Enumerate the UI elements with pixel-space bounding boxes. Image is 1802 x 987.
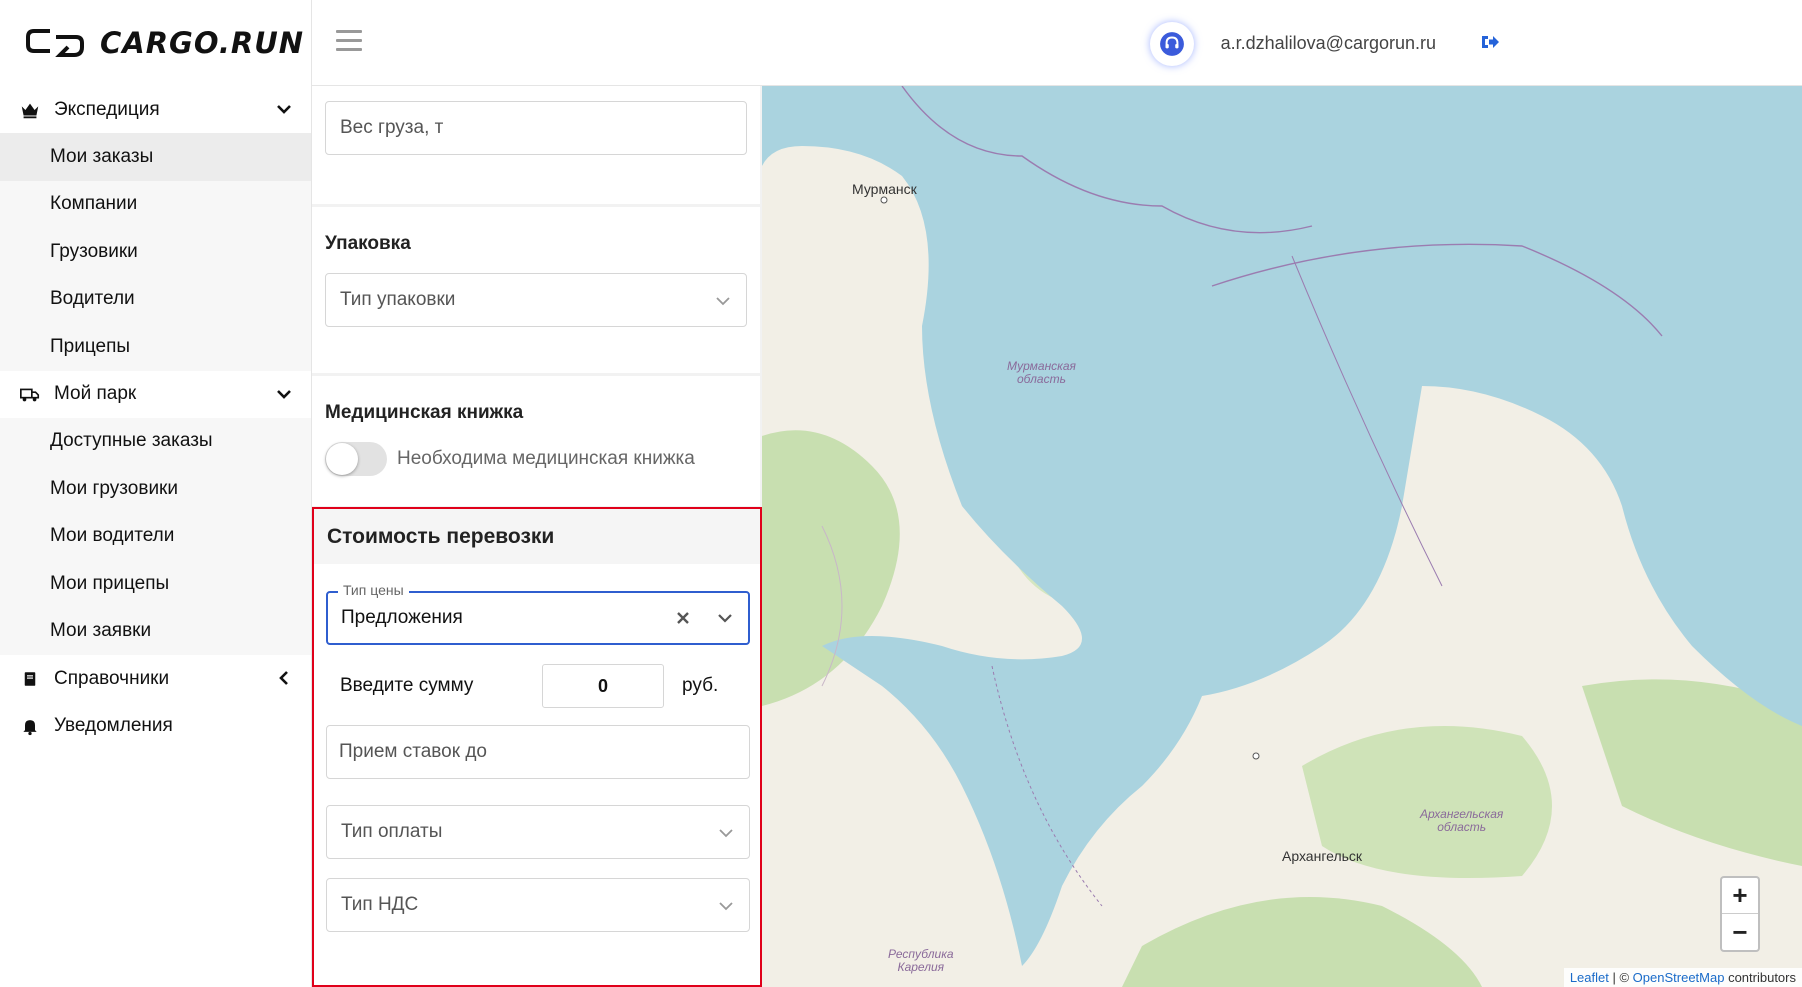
osm-link[interactable]: OpenStreetMap (1633, 970, 1725, 985)
sum-unit: руб. (682, 675, 719, 696)
sum-input[interactable]: 0 (542, 664, 664, 708)
sidebar-group-label: Уведомления (54, 714, 173, 736)
packaging-title: Упаковка (325, 233, 411, 254)
sidebar-group-expedition[interactable]: Экспедиция (0, 86, 311, 133)
headset-icon (1160, 32, 1184, 56)
weight-card: Вес груза, т (312, 86, 760, 204)
map-label-arkhangelsk-region: Архангельская область (1420, 807, 1504, 834)
chevron-down-icon (277, 389, 291, 399)
price-type-select[interactable]: Тип цены Предложения (326, 582, 750, 645)
payment-type-select[interactable]: Тип оплаты (326, 805, 750, 859)
top-header: a.r.dzhalilova@cargorun.ru (312, 0, 1802, 86)
truck-icon (18, 382, 42, 406)
clear-icon[interactable] (674, 609, 692, 627)
chevron-down-icon (719, 829, 733, 838)
zoom-control: + − (1720, 876, 1760, 952)
sum-row: Введите сумму 0 руб. (326, 664, 750, 708)
sum-label: Введите сумму (340, 675, 474, 696)
packaging-placeholder: Тип упаковки (340, 289, 456, 310)
sidebar-group-references[interactable]: Справочники (0, 655, 311, 702)
map-label-arkhangelsk: Архангельск (1282, 848, 1363, 864)
zoom-in-button[interactable]: + (1722, 878, 1758, 914)
sidebar-item-trucks[interactable]: Грузовики (0, 228, 311, 276)
sidebar-item-my-trailers[interactable]: Мои прицепы (0, 560, 311, 608)
payment-type-placeholder: Тип оплаты (341, 821, 443, 842)
sidebar-item-my-requests[interactable]: Мои заявки (0, 607, 311, 655)
logo-text: CARGO.RUN (100, 26, 305, 60)
support-button[interactable] (1150, 22, 1194, 66)
weight-placeholder: Вес груза, т (340, 117, 444, 138)
packaging-card: Упаковка Тип упаковки (312, 207, 760, 373)
medical-card: Медицинская книжка Необходима медицинска… (312, 376, 760, 506)
map-label-murmansk: Мурманск (852, 181, 917, 197)
map[interactable]: Мурманск Мурманская область Архангельск … (762, 86, 1802, 987)
logout-icon[interactable] (1478, 30, 1502, 54)
chevron-down-icon[interactable] (716, 609, 734, 627)
sidebar: Экспедиция Мои заказы Компании Грузовики… (0, 86, 312, 987)
logo[interactable]: CARGO.RUN (0, 0, 312, 86)
crown-icon (18, 98, 42, 122)
map-label-karelia: Республика Карелия (888, 947, 954, 974)
vat-type-placeholder: Тип НДС (341, 894, 419, 915)
user-email[interactable]: a.r.dzhalilova@cargorun.ru (1221, 33, 1436, 54)
sidebar-item-my-drivers[interactable]: Мои водители (0, 512, 311, 560)
price-type-value: Предложения (341, 607, 463, 628)
cargo-logo-icon (26, 29, 84, 57)
zoom-out-button[interactable]: − (1722, 914, 1758, 950)
chevron-down-icon (277, 105, 291, 114)
medical-toggle-label: Необходима медицинская книжка (397, 448, 695, 469)
sidebar-group-notifications[interactable]: Уведомления (0, 702, 311, 749)
vat-type-select[interactable]: Тип НДС (326, 878, 750, 932)
sidebar-item-trailers[interactable]: Прицепы (0, 323, 311, 371)
medical-title: Медицинская книжка (325, 402, 524, 423)
sidebar-group-label: Экспедиция (54, 98, 160, 120)
map-label-murmansk-region: Мурманская область (1007, 359, 1076, 386)
chevron-down-icon (719, 902, 733, 911)
sidebar-item-available-orders[interactable]: Доступные заказы (0, 417, 311, 465)
sidebar-item-companies[interactable]: Компании (0, 180, 311, 228)
order-form: Вес груза, т Упаковка Тип упаковки Медиц… (312, 86, 762, 987)
sidebar-group-label: Мой парк (54, 383, 137, 404)
bids-until-placeholder: Прием ставок до (339, 741, 487, 762)
sidebar-group-label: Справочники (54, 667, 170, 689)
map-attribution: Leaflet | © OpenStreetMap contributors (1563, 968, 1802, 987)
book-icon (18, 667, 42, 691)
chevron-down-icon (716, 297, 730, 306)
packaging-select[interactable]: Тип упаковки (325, 273, 747, 327)
price-section: Стоимость перевозки Тип цены Предложения… (312, 507, 762, 987)
bids-until-input[interactable]: Прием ставок до (326, 725, 750, 779)
weight-input[interactable]: Вес груза, т (325, 101, 747, 155)
sidebar-item-my-orders[interactable]: Мои заказы (0, 133, 311, 181)
price-type-legend: Тип цены (338, 582, 409, 598)
sidebar-item-my-trucks[interactable]: Мои грузовики (0, 465, 311, 513)
sidebar-group-my-fleet[interactable]: Мой парк (0, 371, 311, 418)
leaflet-link[interactable]: Leaflet (1570, 970, 1609, 985)
bell-icon (18, 714, 42, 738)
price-section-title: Стоимость перевозки (314, 509, 760, 564)
medical-toggle[interactable] (325, 442, 387, 476)
chevron-left-icon (279, 671, 288, 685)
sidebar-item-drivers[interactable]: Водители (0, 275, 311, 323)
menu-toggle-icon[interactable] (336, 30, 362, 52)
